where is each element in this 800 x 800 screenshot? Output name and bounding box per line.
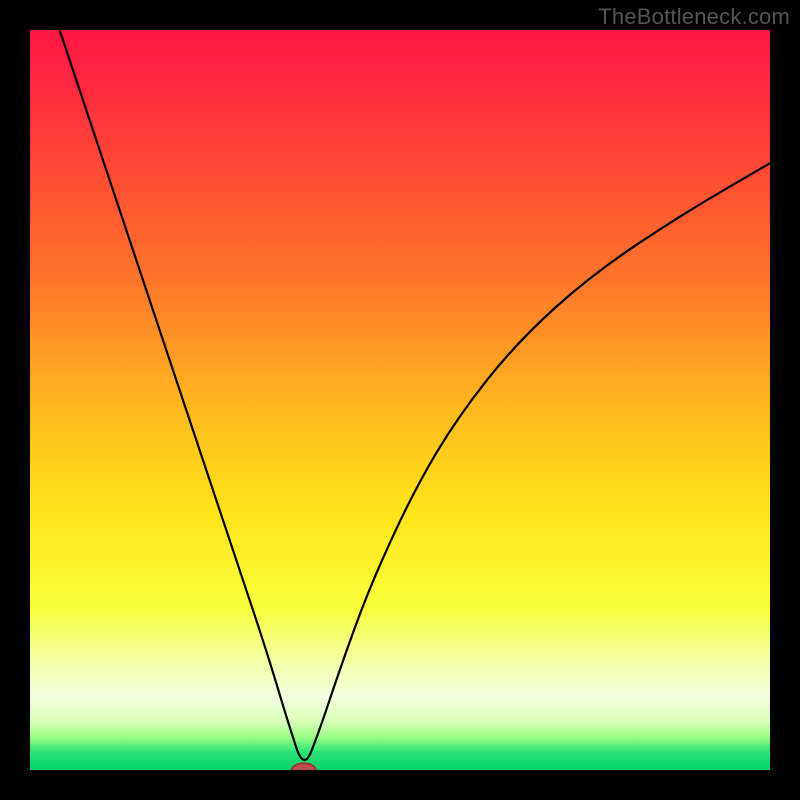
- watermark-text: TheBottleneck.com: [598, 4, 790, 30]
- chart-frame: TheBottleneck.com: [0, 0, 800, 800]
- plot-background: [30, 30, 770, 770]
- bottleneck-chart: [30, 30, 770, 770]
- minimum-marker: [292, 763, 316, 770]
